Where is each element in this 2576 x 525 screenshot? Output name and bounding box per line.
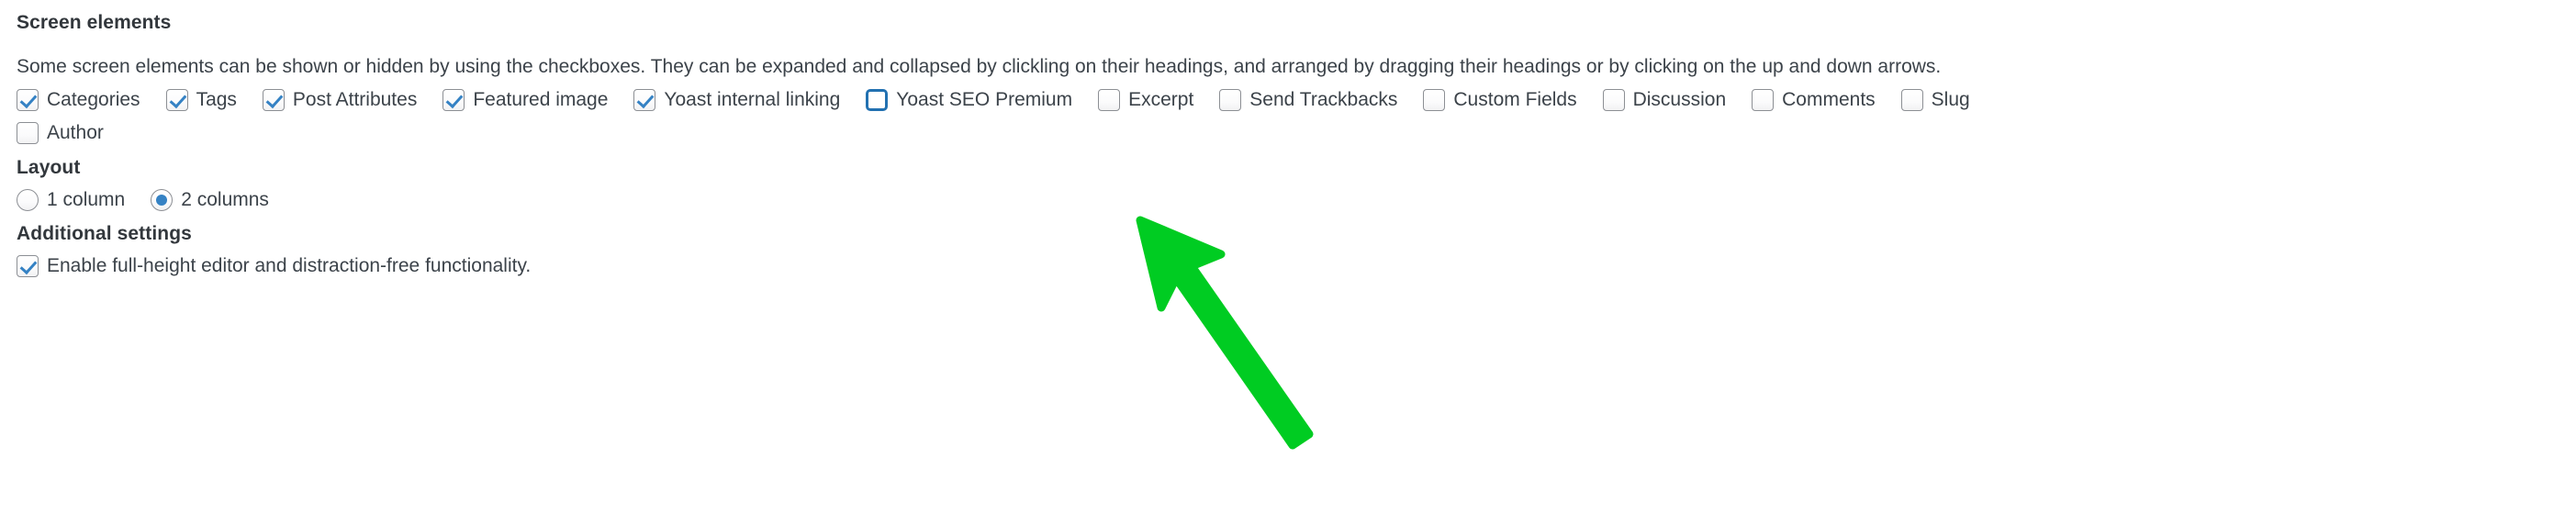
checkbox-post-attributes[interactable]	[262, 88, 285, 111]
option-yoast-internal-linking[interactable]: Yoast internal linking	[633, 88, 840, 111]
option-2-columns[interactable]: 2 columns	[151, 188, 269, 211]
option-label-custom-fields: Custom Fields	[1453, 89, 1577, 110]
checkbox-discussion[interactable]	[1602, 88, 1625, 111]
layout-radio-row: 1 column 2 columns	[17, 188, 269, 211]
additional-settings-row: Enable full-height editor and distractio…	[17, 254, 531, 277]
option-label-1-column: 1 column	[47, 189, 126, 210]
option-categories[interactable]: Categories	[17, 88, 140, 111]
screen-elements-description: Some screen elements can be shown or hid…	[17, 56, 1942, 77]
checkbox-yoast-internal-linking[interactable]	[633, 88, 656, 111]
screen-elements-checkbox-row-2: Author	[17, 121, 104, 144]
option-custom-fields[interactable]: Custom Fields	[1423, 88, 1577, 111]
option-author[interactable]: Author	[17, 121, 104, 144]
option-label-discussion: Discussion	[1632, 89, 1727, 110]
option-label-tags: Tags	[196, 89, 237, 110]
checkbox-excerpt[interactable]	[1098, 88, 1121, 111]
option-featured-image[interactable]: Featured image	[442, 88, 608, 111]
option-post-attributes[interactable]: Post Attributes	[262, 88, 418, 111]
checkbox-categories[interactable]	[17, 88, 39, 111]
checkbox-full-height-editor[interactable]	[17, 254, 39, 277]
option-slug[interactable]: Slug	[1900, 88, 1970, 111]
option-tags[interactable]: Tags	[165, 88, 237, 111]
checkbox-yoast-seo-premium[interactable]	[866, 88, 889, 111]
option-comments[interactable]: Comments	[1752, 88, 1876, 111]
option-discussion[interactable]: Discussion	[1602, 88, 1727, 111]
option-label-yoast-internal-linking: Yoast internal linking	[664, 89, 841, 110]
option-label-send-trackbacks: Send Trackbacks	[1249, 89, 1398, 110]
radio-2-columns[interactable]	[151, 188, 174, 211]
option-label-yoast-seo-premium: Yoast SEO Premium	[896, 89, 1073, 110]
checkbox-tags[interactable]	[165, 88, 188, 111]
option-label-full-height-editor: Enable full-height editor and distractio…	[47, 255, 532, 276]
option-label-excerpt: Excerpt	[1128, 89, 1194, 110]
layout-heading: Layout	[17, 157, 81, 178]
arrow-up-left-icon	[1136, 216, 1314, 450]
screen-options-panel: Screen elements Some screen elements can…	[0, 0, 2576, 525]
checkbox-slug[interactable]	[1900, 88, 1923, 111]
option-full-height-editor[interactable]: Enable full-height editor and distractio…	[17, 254, 531, 277]
screen-elements-heading: Screen elements	[17, 12, 172, 33]
option-1-column[interactable]: 1 column	[17, 188, 125, 211]
option-label-slug: Slug	[1931, 89, 1970, 110]
option-label-featured-image: Featured image	[473, 89, 609, 110]
option-send-trackbacks[interactable]: Send Trackbacks	[1219, 88, 1397, 111]
checkbox-send-trackbacks[interactable]	[1219, 88, 1242, 111]
option-label-2-columns: 2 columns	[181, 189, 269, 210]
option-label-categories: Categories	[47, 89, 140, 110]
radio-1-column[interactable]	[17, 188, 39, 211]
checkbox-author[interactable]	[17, 121, 39, 144]
option-yoast-seo-premium[interactable]: Yoast SEO Premium	[866, 88, 1072, 111]
option-label-comments: Comments	[1782, 89, 1876, 110]
option-label-post-attributes: Post Attributes	[292, 89, 418, 110]
additional-settings-heading: Additional settings	[17, 223, 192, 244]
checkbox-featured-image[interactable]	[442, 88, 465, 111]
option-excerpt[interactable]: Excerpt	[1098, 88, 1193, 111]
option-label-author: Author	[47, 122, 104, 143]
checkbox-custom-fields[interactable]	[1423, 88, 1446, 111]
screen-elements-checkbox-row-1: Categories Tags Post Attributes Featured…	[17, 88, 1970, 111]
checkbox-comments[interactable]	[1752, 88, 1775, 111]
